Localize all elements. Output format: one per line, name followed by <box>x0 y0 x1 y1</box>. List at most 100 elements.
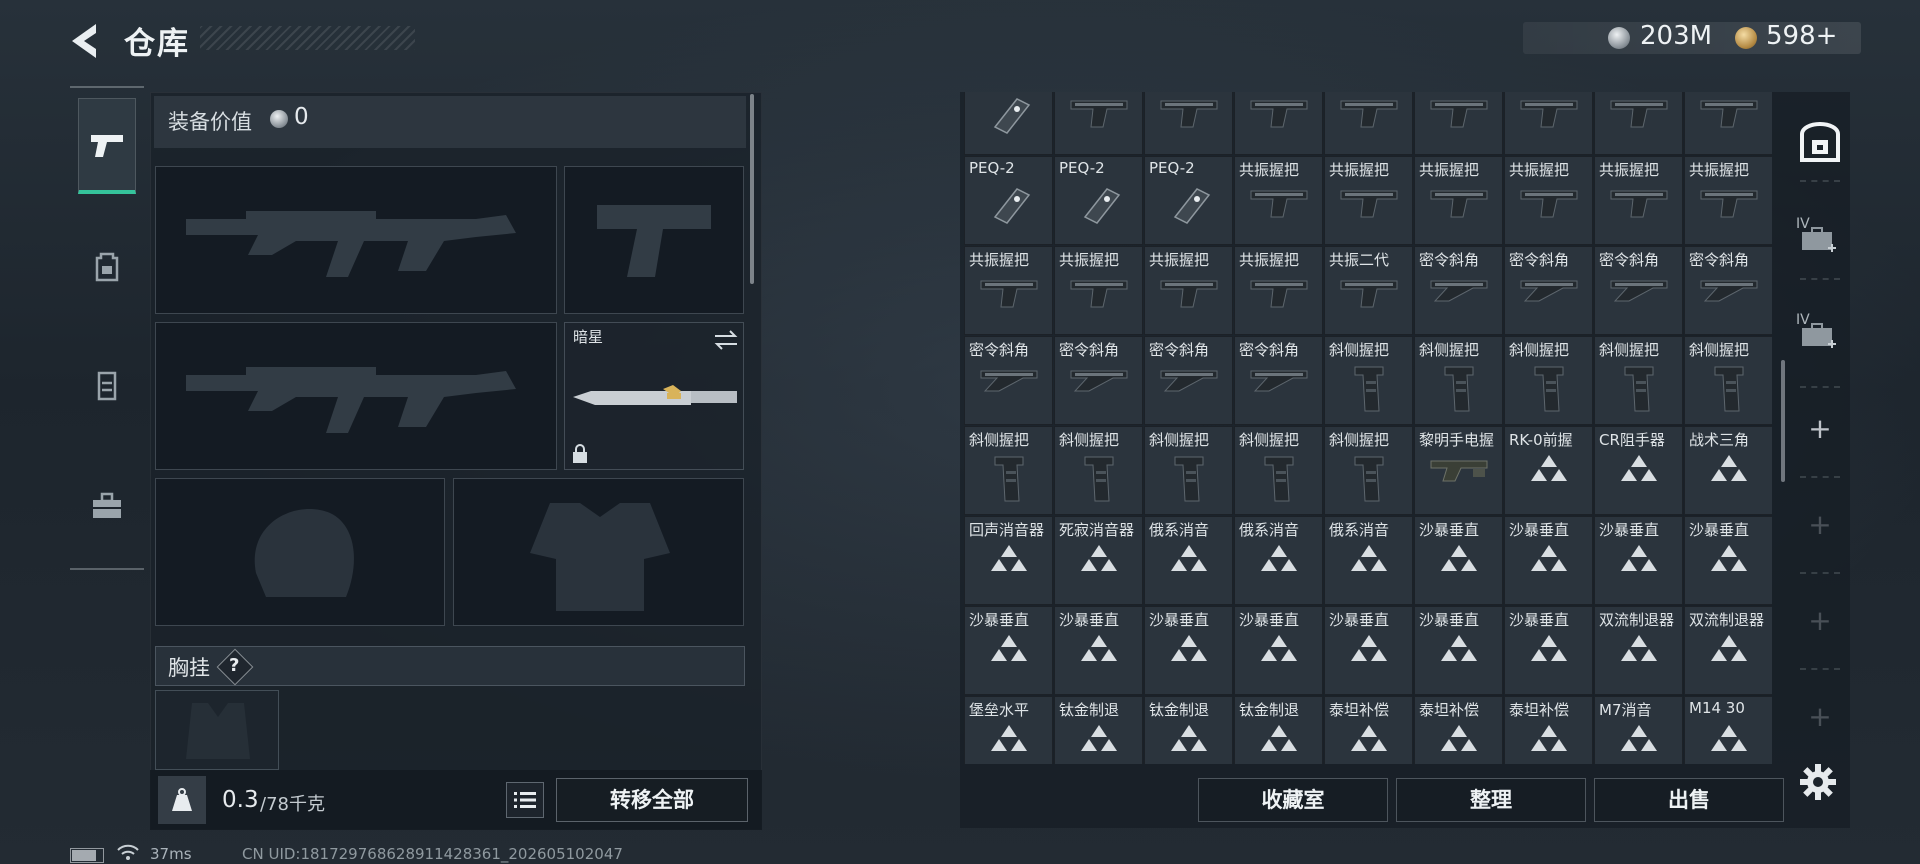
storage-item-cell[interactable]: 共振握把 <box>1684 156 1772 245</box>
storage-item-cell[interactable]: 沙暴垂直 <box>1054 606 1143 695</box>
storage-item-cell[interactable]: PEQ-2 <box>1054 156 1143 245</box>
storage-item-cell[interactable] <box>1144 92 1233 155</box>
tab-vest[interactable] <box>78 338 136 434</box>
primary-weapon-slot-2[interactable] <box>155 322 557 470</box>
storage-item-cell[interactable]: 沙暴垂直 <box>1324 606 1413 695</box>
storage-item-cell[interactable]: 斜侧握把 <box>1324 426 1413 515</box>
storage-item-cell[interactable]: 共振握把 <box>1144 246 1233 335</box>
swap-icon[interactable] <box>713 329 739 351</box>
storage-item-cell[interactable]: 共振握把 <box>1504 156 1593 245</box>
storage-item-cell[interactable]: 共振握把 <box>1594 156 1683 245</box>
storage-item-cell[interactable]: 沙暴垂直 <box>1594 516 1683 605</box>
storage-item-cell[interactable] <box>1414 92 1503 155</box>
storage-item-cell[interactable]: 泰坦补偿 <box>1324 696 1413 764</box>
storage-item-cell[interactable]: 钛金制退 <box>1144 696 1233 764</box>
tab-backpack[interactable] <box>78 218 136 314</box>
storage-item-cell[interactable]: 双流制退器 <box>1684 606 1772 695</box>
storage-item-cell[interactable]: 共振握把 <box>1324 156 1413 245</box>
chest-rig-slot[interactable] <box>155 690 279 770</box>
case-icon[interactable] <box>1798 316 1842 350</box>
storage-item-cell[interactable]: 密令斜角 <box>1054 336 1143 425</box>
add-container-icon[interactable]: + <box>1800 604 1840 637</box>
storage-item-cell[interactable] <box>1234 92 1323 155</box>
add-container-icon[interactable]: + <box>1800 508 1840 541</box>
settings-gear-icon[interactable] <box>1798 762 1838 802</box>
storage-item-cell[interactable]: M14 30 <box>1684 696 1772 764</box>
list-view-button[interactable] <box>506 782 544 818</box>
back-button[interactable] <box>66 20 108 62</box>
safe-box-icon[interactable] <box>1798 120 1842 164</box>
storage-item-cell[interactable]: 沙暴垂直 <box>1504 516 1593 605</box>
storage-item-cell[interactable]: 斜侧握把 <box>1684 336 1772 425</box>
storage-item-cell[interactable]: 共振握把 <box>1054 246 1143 335</box>
storage-item-cell[interactable]: 密令斜角 <box>1414 246 1503 335</box>
storage-item-cell[interactable]: CR阻手器 <box>1594 426 1683 515</box>
case-icon[interactable] <box>1798 220 1842 254</box>
storage-item-cell[interactable]: 沙暴垂直 <box>1234 606 1323 695</box>
vault-button[interactable]: 收藏室 <box>1198 778 1388 822</box>
tab-weapons[interactable] <box>78 98 136 194</box>
storage-item-cell[interactable]: 泰坦补偿 <box>1414 696 1503 764</box>
storage-item-cell[interactable]: 回声消音器 <box>964 516 1053 605</box>
storage-item-cell[interactable]: 共振握把 <box>1234 246 1323 335</box>
storage-item-cell[interactable]: 斜侧握把 <box>1054 426 1143 515</box>
storage-item-cell[interactable]: 斜侧握把 <box>1144 426 1233 515</box>
storage-item-cell[interactable]: 斜侧握把 <box>1234 426 1323 515</box>
storage-item-cell[interactable]: 斜侧握把 <box>1594 336 1683 425</box>
storage-item-cell[interactable]: 密令斜角 <box>1684 246 1772 335</box>
primary-weapon-slot-1[interactable] <box>155 166 557 314</box>
storage-item-cell[interactable]: 俄系消音 <box>1324 516 1413 605</box>
add-container-icon[interactable]: + <box>1800 412 1840 445</box>
storage-item-cell[interactable]: 密令斜角 <box>1594 246 1683 335</box>
storage-item-cell[interactable]: 泰坦补偿 <box>1504 696 1593 764</box>
storage-item-cell[interactable]: 密令斜角 <box>964 336 1053 425</box>
storage-item-cell[interactable]: RK-0前握 <box>1504 426 1593 515</box>
storage-item-cell[interactable]: 俄系消音 <box>1144 516 1233 605</box>
storage-item-cell[interactable] <box>1324 92 1413 155</box>
armor-slot[interactable] <box>453 478 744 626</box>
storage-item-cell[interactable]: 共振握把 <box>1414 156 1503 245</box>
storage-item-cell[interactable]: 死寂消音器 <box>1054 516 1143 605</box>
storage-item-cell[interactable] <box>1594 92 1683 155</box>
sell-button[interactable]: 出售 <box>1594 778 1784 822</box>
organize-button[interactable]: 整理 <box>1396 778 1586 822</box>
storage-item-cell[interactable]: 沙暴垂直 <box>1504 606 1593 695</box>
storage-item-cell[interactable]: 密令斜角 <box>1144 336 1233 425</box>
storage-item-cell[interactable] <box>1054 92 1143 155</box>
transfer-all-button[interactable]: 转移全部 <box>556 778 748 822</box>
storage-item-cell[interactable]: 共振二代 <box>1324 246 1413 335</box>
storage-scrollbar[interactable] <box>1781 360 1785 482</box>
storage-item-cell[interactable]: 堡垒水平 <box>964 696 1053 764</box>
storage-item-cell[interactable]: 密令斜角 <box>1234 336 1323 425</box>
melee-slot[interactable]: 暗星 <box>564 322 744 470</box>
storage-item-cell[interactable]: 沙暴垂直 <box>1414 516 1503 605</box>
storage-item-cell[interactable]: 俄系消音 <box>1234 516 1323 605</box>
storage-item-cell[interactable]: 共振握把 <box>964 246 1053 335</box>
pistol-slot[interactable] <box>564 166 744 314</box>
storage-item-cell[interactable]: 斜侧握把 <box>1324 336 1413 425</box>
storage-item-cell[interactable]: 黎明手电握 <box>1414 426 1503 515</box>
tab-toolbox[interactable] <box>78 458 136 554</box>
storage-item-cell[interactable]: 斜侧握把 <box>964 426 1053 515</box>
storage-item-cell[interactable] <box>1504 92 1593 155</box>
storage-item-cell[interactable]: 钛金制退 <box>1234 696 1323 764</box>
storage-item-cell[interactable]: PEQ-2 <box>1144 156 1233 245</box>
storage-item-cell[interactable]: 斜侧握把 <box>1504 336 1593 425</box>
storage-item-cell[interactable]: 钛金制退 <box>1054 696 1143 764</box>
helmet-slot[interactable] <box>155 478 445 626</box>
storage-item-cell[interactable]: 密令斜角 <box>1504 246 1593 335</box>
storage-item-cell[interactable]: PEQ-2 <box>964 156 1053 245</box>
loadout-scrollbar[interactable] <box>750 94 754 284</box>
gold-amount[interactable]: 598+ <box>1766 21 1837 51</box>
storage-item-cell[interactable]: 沙暴垂直 <box>1414 606 1503 695</box>
storage-item-cell[interactable]: 共振握把 <box>1234 156 1323 245</box>
add-container-icon[interactable]: + <box>1800 700 1840 733</box>
storage-item-cell[interactable]: 双流制退器 <box>1594 606 1683 695</box>
storage-item-cell[interactable]: 沙暴垂直 <box>1144 606 1233 695</box>
storage-item-cell[interactable]: 沙暴垂直 <box>964 606 1053 695</box>
storage-item-cell[interactable]: 沙暴垂直 <box>1684 516 1772 605</box>
storage-item-cell[interactable]: 战术三角 <box>1684 426 1772 515</box>
storage-item-cell[interactable]: M7消音 <box>1594 696 1683 764</box>
storage-item-cell[interactable] <box>1684 92 1772 155</box>
storage-item-cell[interactable] <box>964 92 1053 155</box>
